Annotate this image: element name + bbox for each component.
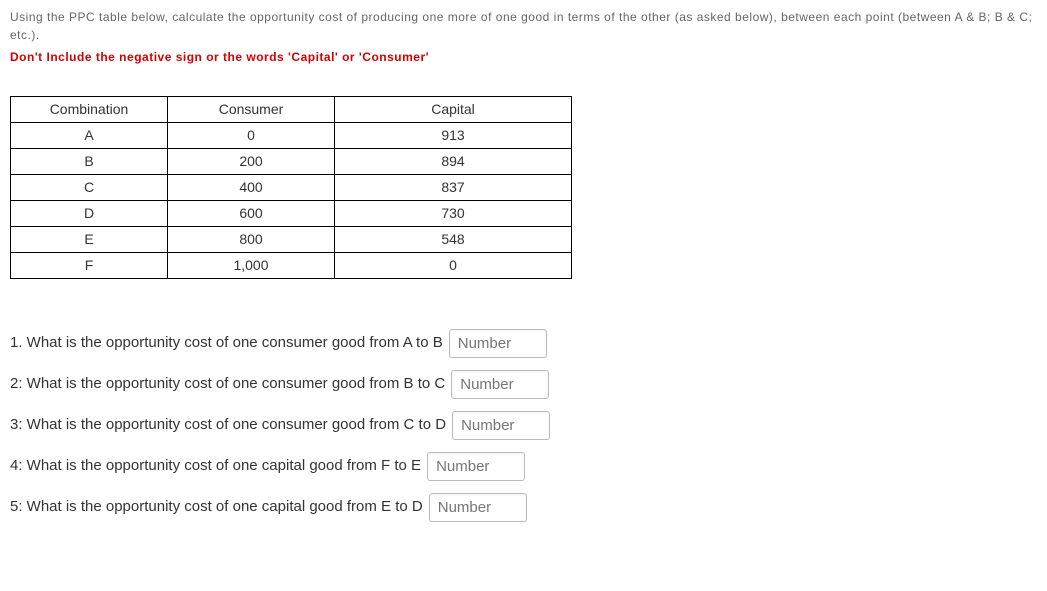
table-row: E 800 548 — [11, 227, 572, 253]
cell-combo: C — [11, 175, 168, 201]
cell-capital: 730 — [335, 201, 572, 227]
question-row: 5: What is the opportunity cost of one c… — [10, 493, 1037, 522]
cell-combo: E — [11, 227, 168, 253]
questions-block: 1. What is the opportunity cost of one c… — [10, 329, 1037, 522]
cell-capital: 837 — [335, 175, 572, 201]
cell-combo: D — [11, 201, 168, 227]
cell-capital: 548 — [335, 227, 572, 253]
instructions-text: Using the PPC table below, calculate the… — [10, 8, 1037, 44]
table-row: F 1,000 0 — [11, 253, 572, 279]
question-row: 1. What is the opportunity cost of one c… — [10, 329, 1037, 358]
cell-capital: 913 — [335, 123, 572, 149]
question-label: 1. What is the opportunity cost of one c… — [10, 332, 443, 355]
cell-combo: F — [11, 253, 168, 279]
cell-combo: A — [11, 123, 168, 149]
table-header-row: Combination Consumer Capital — [11, 97, 572, 123]
cell-consumer: 1,000 — [168, 253, 335, 279]
cell-consumer: 600 — [168, 201, 335, 227]
cell-consumer: 400 — [168, 175, 335, 201]
cell-consumer: 800 — [168, 227, 335, 253]
answer-input-2[interactable] — [451, 370, 549, 399]
table-row: B 200 894 — [11, 149, 572, 175]
header-consumer: Consumer — [168, 97, 335, 123]
warning-text: Don't Include the negative sign or the w… — [10, 48, 1037, 66]
table-row: A 0 913 — [11, 123, 572, 149]
question-label: 4: What is the opportunity cost of one c… — [10, 455, 421, 478]
question-label: 5: What is the opportunity cost of one c… — [10, 496, 423, 519]
ppc-table: Combination Consumer Capital A 0 913 B 2… — [10, 96, 572, 279]
header-combination: Combination — [11, 97, 168, 123]
header-capital: Capital — [335, 97, 572, 123]
table-row: C 400 837 — [11, 175, 572, 201]
answer-input-3[interactable] — [452, 411, 550, 440]
cell-capital: 0 — [335, 253, 572, 279]
question-row: 4: What is the opportunity cost of one c… — [10, 452, 1037, 481]
question-label: 2: What is the opportunity cost of one c… — [10, 373, 445, 396]
table-row: D 600 730 — [11, 201, 572, 227]
answer-input-5[interactable] — [429, 493, 527, 522]
cell-consumer: 200 — [168, 149, 335, 175]
cell-consumer: 0 — [168, 123, 335, 149]
cell-capital: 894 — [335, 149, 572, 175]
question-row: 2: What is the opportunity cost of one c… — [10, 370, 1037, 399]
answer-input-4[interactable] — [427, 452, 525, 481]
answer-input-1[interactable] — [449, 329, 547, 358]
cell-combo: B — [11, 149, 168, 175]
question-row: 3: What is the opportunity cost of one c… — [10, 411, 1037, 440]
question-label: 3: What is the opportunity cost of one c… — [10, 414, 446, 437]
